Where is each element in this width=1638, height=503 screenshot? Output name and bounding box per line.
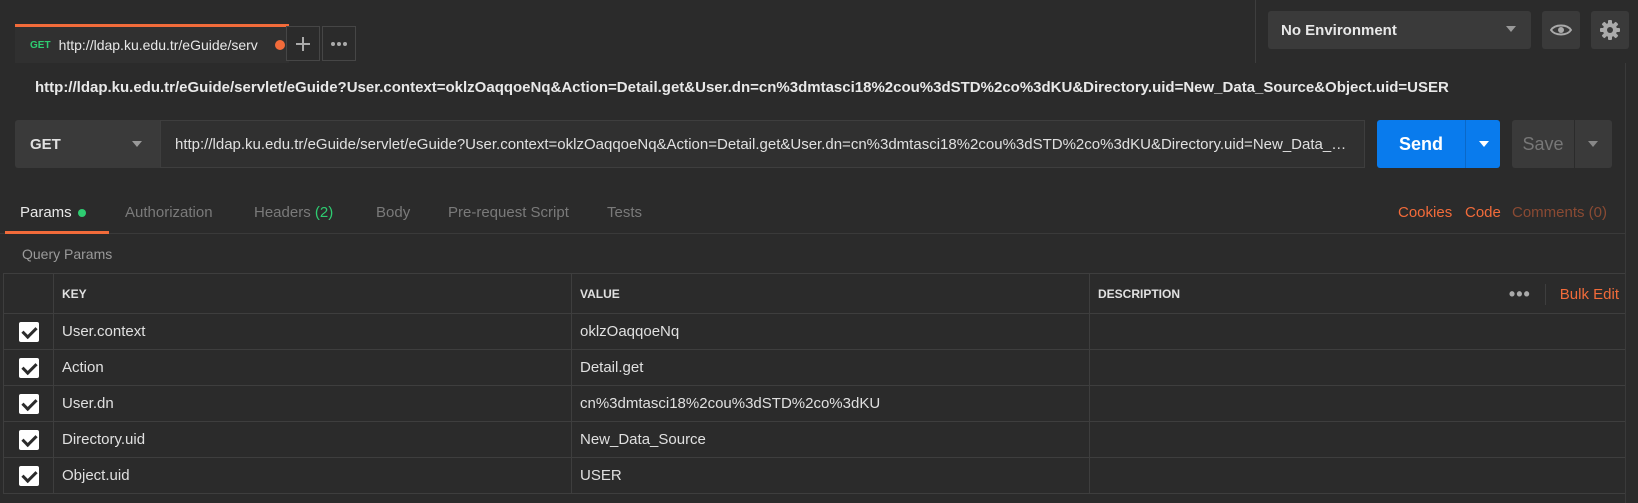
query-params-table: KEY VALUE DESCRIPTION ••• Bulk Edit User… <box>3 273 1626 494</box>
plus-icon <box>296 36 310 51</box>
chevron-down-icon <box>132 141 142 147</box>
param-value-cell[interactable]: cn%3dmtasci18%2cou%3dSTD%2co%3dKU <box>571 385 1090 422</box>
row-checkbox-cell <box>3 457 54 494</box>
row-checkbox-cell <box>3 385 54 422</box>
param-key-cell[interactable]: Directory.uid <box>53 421 572 458</box>
row-checkbox[interactable] <box>18 429 39 450</box>
tab-headers-count: (2) <box>314 204 334 221</box>
save-button-label: Save <box>1522 133 1564 154</box>
cookies-link[interactable]: Cookies <box>1398 204 1452 221</box>
request-tab-title: http://ldap.ku.edu.tr/eGuide/serv <box>58 37 258 53</box>
ellipsis-icon[interactable]: ••• <box>1495 283 1546 305</box>
save-options-chevron-icon[interactable] <box>1588 141 1598 147</box>
checkbox-column-header <box>3 273 54 314</box>
tab-params[interactable]: Params <box>20 204 86 221</box>
row-checkbox[interactable] <box>18 321 39 342</box>
tab-headers[interactable]: Headers (2) <box>254 204 333 221</box>
environment-select[interactable]: No Environment <box>1268 11 1531 49</box>
topbar-divider <box>1255 0 1256 63</box>
send-divider <box>1465 120 1466 168</box>
param-key-cell[interactable]: User.dn <box>53 385 572 422</box>
request-name-title[interactable]: http://ldap.ku.edu.tr/eGuide/servlet/eGu… <box>35 79 1449 96</box>
url-input[interactable]: http://ldap.ku.edu.tr/eGuide/servlet/eGu… <box>160 120 1365 168</box>
code-link[interactable]: Code <box>1465 204 1501 221</box>
new-tab-button[interactable] <box>286 26 320 61</box>
vertical-scrollbar[interactable] <box>1625 63 1638 503</box>
save-divider <box>1574 120 1575 168</box>
params-active-dot-icon <box>77 209 86 218</box>
chevron-down-icon <box>1506 26 1516 32</box>
save-button[interactable]: Save <box>1512 120 1612 168</box>
environment-settings-button[interactable] <box>1591 11 1629 49</box>
row-checkbox[interactable] <box>18 393 39 414</box>
table-row: User.dn cn%3dmtasci18%2cou%3dSTD%2co%3dK… <box>3 385 1626 422</box>
param-value-cell[interactable]: oklzOaqqoeNq <box>571 313 1090 350</box>
tab-pre-request-script[interactable]: Pre-request Script <box>448 204 569 221</box>
param-key-cell[interactable]: Object.uid <box>53 457 572 494</box>
request-tabs: Params Authorization Headers (2) Body Pr… <box>0 191 1626 234</box>
send-button-label: Send <box>1398 133 1443 154</box>
param-description-cell[interactable] <box>1089 421 1626 458</box>
row-checkbox[interactable] <box>18 465 39 486</box>
row-checkbox-cell <box>3 313 54 350</box>
comments-link[interactable]: Comments (0) <box>1512 204 1607 221</box>
url-input-value: http://ldap.ku.edu.tr/eGuide/servlet/eGu… <box>175 135 1355 153</box>
param-description-cell[interactable] <box>1089 457 1626 494</box>
send-button[interactable]: Send <box>1377 120 1500 168</box>
environment-quick-look-button[interactable] <box>1542 11 1580 49</box>
param-description-cell[interactable] <box>1089 385 1626 422</box>
environment-select-label: No Environment <box>1281 21 1397 39</box>
description-column-label: DESCRIPTION <box>1098 286 1181 301</box>
description-column-header: DESCRIPTION ••• Bulk Edit <box>1089 273 1626 314</box>
method-select[interactable]: GET <box>15 120 160 168</box>
param-key-cell[interactable]: User.context <box>53 313 572 350</box>
table-row: User.context oklzOaqqoeNq <box>3 313 1626 350</box>
table-row: Action Detail.get <box>3 349 1626 386</box>
more-tabs-button[interactable] <box>322 26 356 61</box>
method-select-label: GET <box>30 135 61 153</box>
tab-tests[interactable]: Tests <box>607 204 642 221</box>
tab-headers-label: Headers <box>254 204 311 221</box>
bulk-edit-link[interactable]: Bulk Edit <box>1546 286 1619 303</box>
request-tab-strip: GET http://ldap.ku.edu.tr/eGuide/serv <box>0 0 1255 63</box>
param-key-cell[interactable]: Action <box>53 349 572 386</box>
ellipsis-icon <box>331 41 347 46</box>
value-column-header: VALUE <box>571 273 1090 314</box>
request-tab-method: GET <box>30 39 51 51</box>
request-tab[interactable]: GET http://ldap.ku.edu.tr/eGuide/serv <box>15 24 289 63</box>
key-column-header: KEY <box>53 273 572 314</box>
tab-body[interactable]: Body <box>376 204 410 221</box>
table-tools: ••• Bulk Edit <box>1495 274 1619 314</box>
row-checkbox-cell <box>3 421 54 458</box>
param-value-cell[interactable]: New_Data_Source <box>571 421 1090 458</box>
eye-icon <box>1550 24 1572 36</box>
unsaved-dot-icon <box>274 40 285 50</box>
table-row: Directory.uid New_Data_Source <box>3 421 1626 458</box>
row-checkbox[interactable] <box>18 357 39 378</box>
gear-icon <box>1600 20 1620 40</box>
param-description-cell[interactable] <box>1089 349 1626 386</box>
query-params-label: Query Params <box>22 246 113 262</box>
table-header-row: KEY VALUE DESCRIPTION ••• Bulk Edit <box>3 273 1626 314</box>
param-value-cell[interactable]: USER <box>571 457 1090 494</box>
param-description-cell[interactable] <box>1089 313 1626 350</box>
send-options-chevron-icon[interactable] <box>1479 141 1489 147</box>
table-row: Object.uid USER <box>3 457 1626 494</box>
top-bar: GET http://ldap.ku.edu.tr/eGuide/serv No… <box>0 0 1638 63</box>
row-checkbox-cell <box>3 349 54 386</box>
active-tab-underline <box>5 231 109 234</box>
tab-authorization[interactable]: Authorization <box>125 204 213 221</box>
tab-params-label: Params <box>20 204 72 221</box>
param-value-cell[interactable]: Detail.get <box>571 349 1090 386</box>
